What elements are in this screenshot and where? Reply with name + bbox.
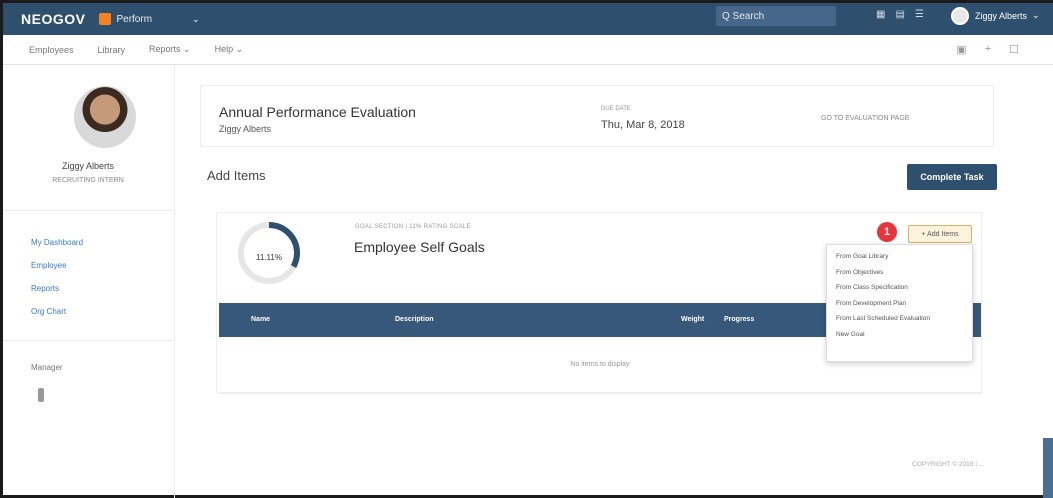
calendar-icon[interactable]: ▤ <box>895 9 904 20</box>
column-description[interactable]: Description <box>395 316 434 323</box>
evaluation-page-link[interactable]: GO TO EVALUATION PAGE <box>821 115 909 122</box>
menu-item-development-plan[interactable]: From Development Plan <box>827 296 972 312</box>
user-avatar[interactable] <box>951 7 969 25</box>
neogov-logo[interactable]: NEOGOV <box>21 11 85 27</box>
grid-icon[interactable]: ▦ <box>876 9 885 20</box>
topbar-icons: ▦ ▤ ☰ <box>876 9 924 20</box>
perform-product-icon <box>99 13 112 25</box>
column-weight[interactable]: Weight <box>681 316 704 323</box>
list-icon[interactable]: ☰ <box>915 9 924 20</box>
sidebar-item-reports[interactable]: Reports <box>31 284 83 293</box>
employee-name: Ziggy Alberts <box>219 124 272 134</box>
complete-task-button[interactable]: Complete Task <box>907 164 997 190</box>
sidebar-item-dashboard[interactable]: My Dashboard <box>31 238 83 247</box>
avatar <box>74 86 136 148</box>
menu-bar: Employees Library Reports ⌄ Help ⌄ ▣ + ☐ <box>3 35 1053 65</box>
evaluation-header: Annual Performance Evaluation Ziggy Albe… <box>200 85 994 147</box>
chevron-down-icon[interactable]: ⌄ <box>1032 10 1040 21</box>
section-title: Add Items <box>207 168 266 183</box>
document-icon[interactable]: ▣ <box>956 43 966 56</box>
due-date-label: DUE DATE <box>601 106 631 112</box>
user-menu[interactable]: Ziggy Alberts <box>975 11 1027 21</box>
progress-label: 11.11% <box>256 253 282 262</box>
add-items-dropdown: From Goal Library From Objectives From C… <box>826 244 973 362</box>
profile-title: RECRUITING INTERN <box>52 177 124 184</box>
profile-sidebar: Ziggy Alberts RECRUITING INTERN My Dashb… <box>3 65 175 498</box>
menu-reports[interactable]: Reports ⌄ <box>149 44 191 55</box>
divider <box>3 340 173 341</box>
divider <box>3 210 173 211</box>
due-date: Thu, Mar 8, 2018 <box>601 119 685 131</box>
menu-library[interactable]: Library <box>98 45 126 55</box>
search-input[interactable]: Q Search <box>716 6 836 26</box>
menu-item-last-evaluation[interactable]: From Last Scheduled Evaluation <box>827 311 972 327</box>
manager-label: Manager <box>31 363 63 372</box>
goal-section-label: GOAL SECTION | 11% RATING SCALE <box>355 224 471 230</box>
menu-item-objectives[interactable]: From Objectives <box>827 265 972 281</box>
menu-item-new-goal[interactable]: New Goal <box>827 327 972 343</box>
footer-copyright: COPYRIGHT © 2018 | ... <box>912 461 985 468</box>
sidebar-item-employee[interactable]: Employee <box>31 261 83 270</box>
feedback-tab[interactable] <box>1043 438 1053 498</box>
chevron-down-icon[interactable]: ⌄ <box>192 14 200 25</box>
column-progress[interactable]: Progress <box>724 316 754 323</box>
menu-item-class-specification[interactable]: From Class Specification <box>827 280 972 296</box>
plus-icon[interactable]: + <box>985 43 991 56</box>
empty-state-text: No items to display <box>570 361 630 368</box>
menu-employees[interactable]: Employees <box>29 45 74 55</box>
sidebar-nav: My Dashboard Employee Reports Org Chart <box>31 238 83 316</box>
product-switcher[interactable]: Perform <box>116 14 152 25</box>
page-title: Annual Performance Evaluation <box>219 104 416 120</box>
goal-section-title: Employee Self Goals <box>354 239 485 255</box>
menu-item-goal-library[interactable]: From Goal Library <box>827 249 972 265</box>
menu-help[interactable]: Help ⌄ <box>215 44 244 55</box>
person-icon[interactable] <box>38 388 44 402</box>
add-items-button[interactable]: + Add Items <box>908 225 972 243</box>
settings-icon[interactable]: ☐ <box>1009 43 1019 56</box>
sidebar-item-org-chart[interactable]: Org Chart <box>31 307 83 316</box>
step-badge: 1 <box>877 222 897 242</box>
profile-name: Ziggy Alberts <box>61 161 115 171</box>
column-name[interactable]: Name <box>251 316 270 323</box>
